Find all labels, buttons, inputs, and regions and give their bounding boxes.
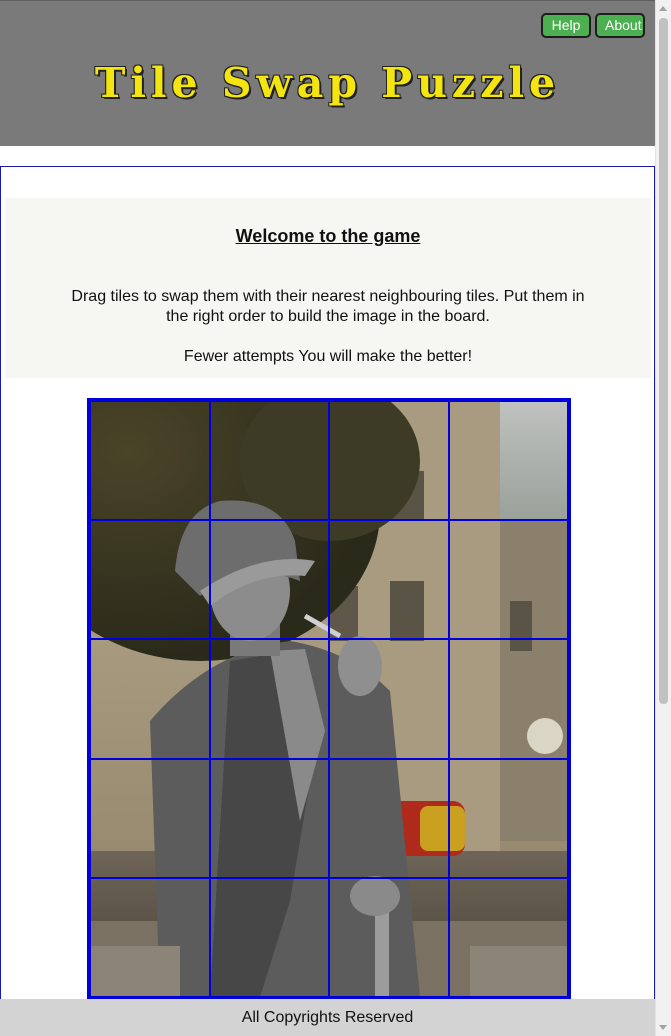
help-button[interactable]: Help bbox=[541, 13, 591, 38]
tile[interactable] bbox=[209, 639, 329, 759]
tile[interactable] bbox=[209, 877, 329, 997]
tile[interactable] bbox=[448, 758, 568, 878]
tile[interactable] bbox=[90, 401, 210, 521]
tile[interactable] bbox=[90, 877, 210, 997]
vertical-scrollbar[interactable] bbox=[655, 0, 671, 1036]
tile[interactable] bbox=[448, 520, 568, 640]
puzzle-board bbox=[87, 398, 571, 1000]
footer: All Copyrights Reserved bbox=[0, 999, 655, 1036]
welcome-panel: Welcome to the game Drag tiles to swap t… bbox=[5, 198, 651, 378]
tile[interactable] bbox=[329, 639, 449, 759]
tile[interactable] bbox=[329, 520, 449, 640]
tile[interactable] bbox=[90, 520, 210, 640]
tile[interactable] bbox=[209, 758, 329, 878]
tile[interactable] bbox=[90, 758, 210, 878]
game-title: Tile Swap Puzzle bbox=[94, 59, 561, 107]
tile[interactable] bbox=[329, 877, 449, 997]
header: Help About Tile Swap Puzzle bbox=[0, 0, 655, 146]
attempts-hint-text: Fewer attempts You will make the better! bbox=[183, 348, 473, 365]
page: Help About Tile Swap Puzzle Welcome to t… bbox=[0, 0, 655, 1036]
tile[interactable] bbox=[448, 877, 568, 997]
welcome-title: Welcome to the game bbox=[235, 226, 421, 246]
tile[interactable] bbox=[448, 639, 568, 759]
tile[interactable] bbox=[90, 639, 210, 759]
about-button[interactable]: About bbox=[595, 13, 645, 38]
scrollbar-thumb[interactable] bbox=[659, 18, 668, 704]
tile-grid bbox=[90, 401, 568, 997]
tile[interactable] bbox=[329, 758, 449, 878]
tile[interactable] bbox=[448, 401, 568, 521]
tile[interactable] bbox=[329, 401, 449, 521]
main-content: Welcome to the game Drag tiles to swap t… bbox=[0, 166, 655, 1036]
tile[interactable] bbox=[209, 401, 329, 521]
viewport: Help About Tile Swap Puzzle Welcome to t… bbox=[0, 0, 671, 1036]
instructions-text: Drag tiles to swap them with their neare… bbox=[71, 288, 585, 325]
scroll-up-icon[interactable] bbox=[659, 6, 667, 11]
tile[interactable] bbox=[209, 520, 329, 640]
scroll-down-icon[interactable] bbox=[659, 1025, 667, 1030]
